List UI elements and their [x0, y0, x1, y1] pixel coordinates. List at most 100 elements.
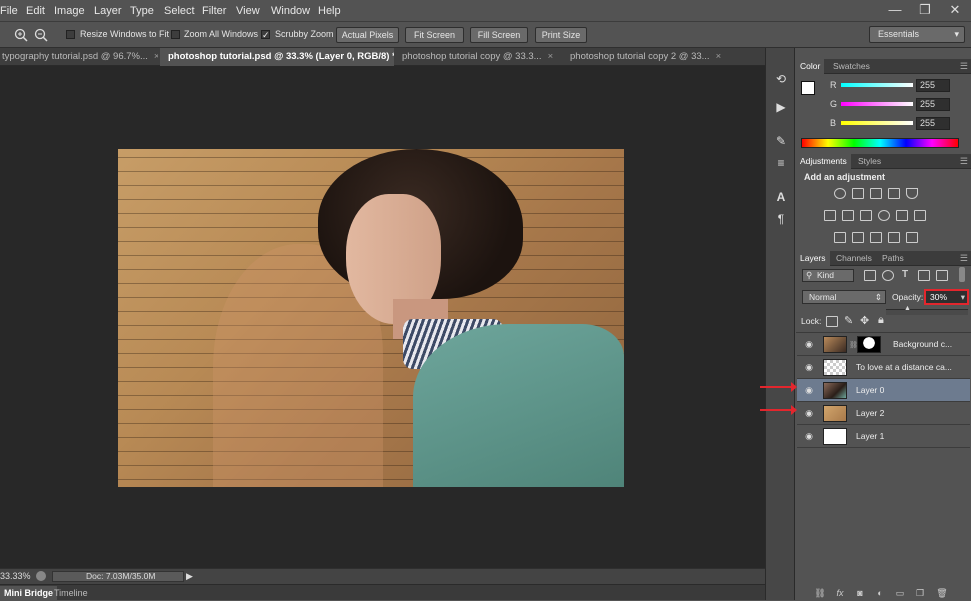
menu-window[interactable]: Window — [271, 5, 310, 17]
layer-name[interactable]: Background c... — [893, 339, 952, 349]
brush-icon[interactable]: ✎ — [772, 132, 790, 150]
tab-photoshop-tutorial-copy[interactable]: photoshop tutorial copy @ 33.3... × — [396, 48, 562, 66]
close-tab-icon[interactable]: × — [716, 51, 722, 62]
layer-row-layer-1[interactable]: ◉ Layer 1 — [797, 425, 970, 448]
tab-photoshop-tutorial-copy-2[interactable]: photoshop tutorial copy 2 @ 33... × — [564, 48, 760, 66]
hue-saturation-icon[interactable] — [824, 210, 836, 221]
red-value[interactable]: 255 — [916, 79, 950, 92]
slider-thumb-icon[interactable]: ▲ — [904, 305, 911, 312]
menu-edit[interactable]: Edit — [26, 5, 45, 17]
exposure-icon[interactable] — [888, 188, 900, 199]
tab-styles[interactable]: Styles — [854, 154, 885, 169]
opacity-slider[interactable]: ▲ — [886, 305, 968, 315]
layer-name[interactable]: Layer 2 — [856, 408, 884, 418]
layer-row-text[interactable]: ◉ To love at a distance ca... — [797, 356, 970, 379]
invert-icon[interactable] — [834, 232, 846, 243]
lock-image-icon[interactable]: ✎ — [844, 314, 853, 327]
visibility-eye-icon[interactable]: ◉ — [803, 385, 815, 395]
blue-slider[interactable] — [841, 121, 913, 125]
link-layers-icon[interactable]: ⛓︎ — [814, 588, 826, 598]
lock-all-icon[interactable]: 🔒︎ — [878, 314, 884, 327]
layer-name[interactable]: To love at a distance ca... — [856, 362, 952, 372]
zoom-in-icon[interactable] — [14, 28, 28, 42]
tab-mini-bridge[interactable]: Mini Bridge — [0, 586, 57, 601]
fill-screen-button[interactable]: Fill Screen — [470, 27, 528, 43]
history-icon[interactable]: ⟲ — [772, 70, 790, 88]
new-layer-icon[interactable]: ❐ — [914, 588, 926, 598]
zoom-all-checkbox[interactable] — [171, 30, 180, 39]
filter-toggle[interactable] — [959, 267, 965, 282]
character-icon[interactable]: A — [772, 188, 790, 206]
menu-view[interactable]: View — [236, 5, 260, 17]
vibrance-icon[interactable] — [906, 188, 918, 199]
panel-menu-icon[interactable]: ☰ — [960, 253, 968, 264]
color-lookup-icon[interactable] — [914, 210, 926, 221]
chevron-down-icon[interactable]: ▾ — [961, 291, 965, 303]
levels-icon[interactable] — [852, 188, 864, 199]
blue-value[interactable]: 255 — [916, 117, 950, 130]
print-size-button[interactable]: Print Size — [535, 27, 587, 43]
tab-typography[interactable]: typography tutorial.psd @ 96.7%... × — [0, 48, 158, 66]
tab-timeline[interactable]: Timeline — [50, 586, 92, 601]
menu-help[interactable]: Help — [318, 5, 341, 17]
actual-pixels-button[interactable]: Actual Pixels — [336, 27, 399, 43]
play-icon[interactable]: ▶ — [186, 571, 193, 582]
paragraph-icon[interactable]: ¶ — [772, 210, 790, 228]
restore-icon[interactable]: ❐ — [910, 1, 940, 19]
tab-swatches[interactable]: Swatches — [829, 59, 874, 74]
threshold-icon[interactable] — [870, 232, 882, 243]
filter-pixel-icon[interactable] — [864, 270, 876, 281]
filter-adjustment-icon[interactable] — [882, 270, 894, 281]
document-canvas[interactable] — [118, 149, 624, 487]
foreground-swatch[interactable] — [801, 81, 815, 95]
black-white-icon[interactable] — [860, 210, 872, 221]
opacity-input[interactable]: 30% ▾ — [924, 289, 969, 305]
scrubby-zoom-checkbox[interactable]: ✓ — [261, 30, 270, 40]
layer-name[interactable]: Layer 0 — [856, 385, 884, 395]
visibility-eye-icon[interactable]: ◉ — [803, 431, 815, 441]
channel-mixer-icon[interactable] — [896, 210, 908, 221]
layer-name[interactable]: Layer 1 — [856, 431, 884, 441]
tab-paths[interactable]: Paths — [878, 251, 908, 266]
panel-menu-icon[interactable]: ☰ — [960, 156, 968, 167]
layer-row-background-copy[interactable]: ◉ ⛓︎ Background c... — [797, 333, 970, 356]
filter-shape-icon[interactable] — [918, 270, 930, 281]
posterize-icon[interactable] — [852, 232, 864, 243]
panel-menu-icon[interactable]: ☰ — [960, 61, 968, 72]
fit-screen-button[interactable]: Fit Screen — [405, 27, 464, 43]
close-tab-icon[interactable]: × — [548, 51, 554, 62]
menu-layer[interactable]: Layer — [94, 5, 122, 17]
lock-transparent-icon[interactable] — [826, 316, 838, 327]
gradient-map-icon[interactable] — [888, 232, 900, 243]
green-slider[interactable] — [841, 102, 913, 106]
filter-kind-dropdown[interactable]: ⚲ Kind — [802, 269, 854, 282]
menu-file[interactable]: File — [0, 5, 18, 17]
actions-icon[interactable]: ▶ — [772, 98, 790, 116]
layer-row-layer-0[interactable]: ◉ Layer 0 — [797, 379, 970, 402]
close-tab-icon[interactable]: × — [154, 51, 158, 62]
fx-icon[interactable]: fx — [834, 588, 846, 598]
close-icon[interactable]: ✕ — [940, 1, 970, 19]
curves-icon[interactable] — [870, 188, 882, 199]
color-spectrum[interactable] — [801, 138, 959, 148]
workspace-dropdown[interactable]: Essentials ▾ — [869, 26, 965, 43]
menu-filter[interactable]: Filter — [202, 5, 226, 17]
visibility-eye-icon[interactable]: ◉ — [803, 408, 815, 418]
visibility-eye-icon[interactable]: ◉ — [803, 339, 815, 349]
tab-color[interactable]: Color — [796, 59, 825, 74]
layer-mask-thumbnail[interactable] — [857, 336, 881, 353]
red-slider[interactable] — [841, 83, 913, 87]
brightness-icon[interactable] — [834, 188, 846, 199]
filter-type-icon[interactable]: T — [902, 269, 908, 280]
tab-channels[interactable]: Channels — [832, 251, 876, 266]
layer-row-layer-2[interactable]: ◉ Layer 2 — [797, 402, 970, 425]
color-balance-icon[interactable] — [842, 210, 854, 221]
photo-filter-icon[interactable] — [878, 210, 890, 221]
menu-type[interactable]: Type — [130, 5, 154, 17]
zoom-out-icon[interactable] — [34, 28, 48, 42]
minimize-icon[interactable]: — — [880, 1, 910, 19]
tab-photoshop-tutorial[interactable]: photoshop tutorial.psd @ 33.3% (Layer 0,… — [160, 48, 394, 66]
menu-select[interactable]: Select — [164, 5, 195, 17]
blend-mode-dropdown[interactable]: Normal ⇕ — [802, 290, 886, 304]
menu-image[interactable]: Image — [54, 5, 85, 17]
